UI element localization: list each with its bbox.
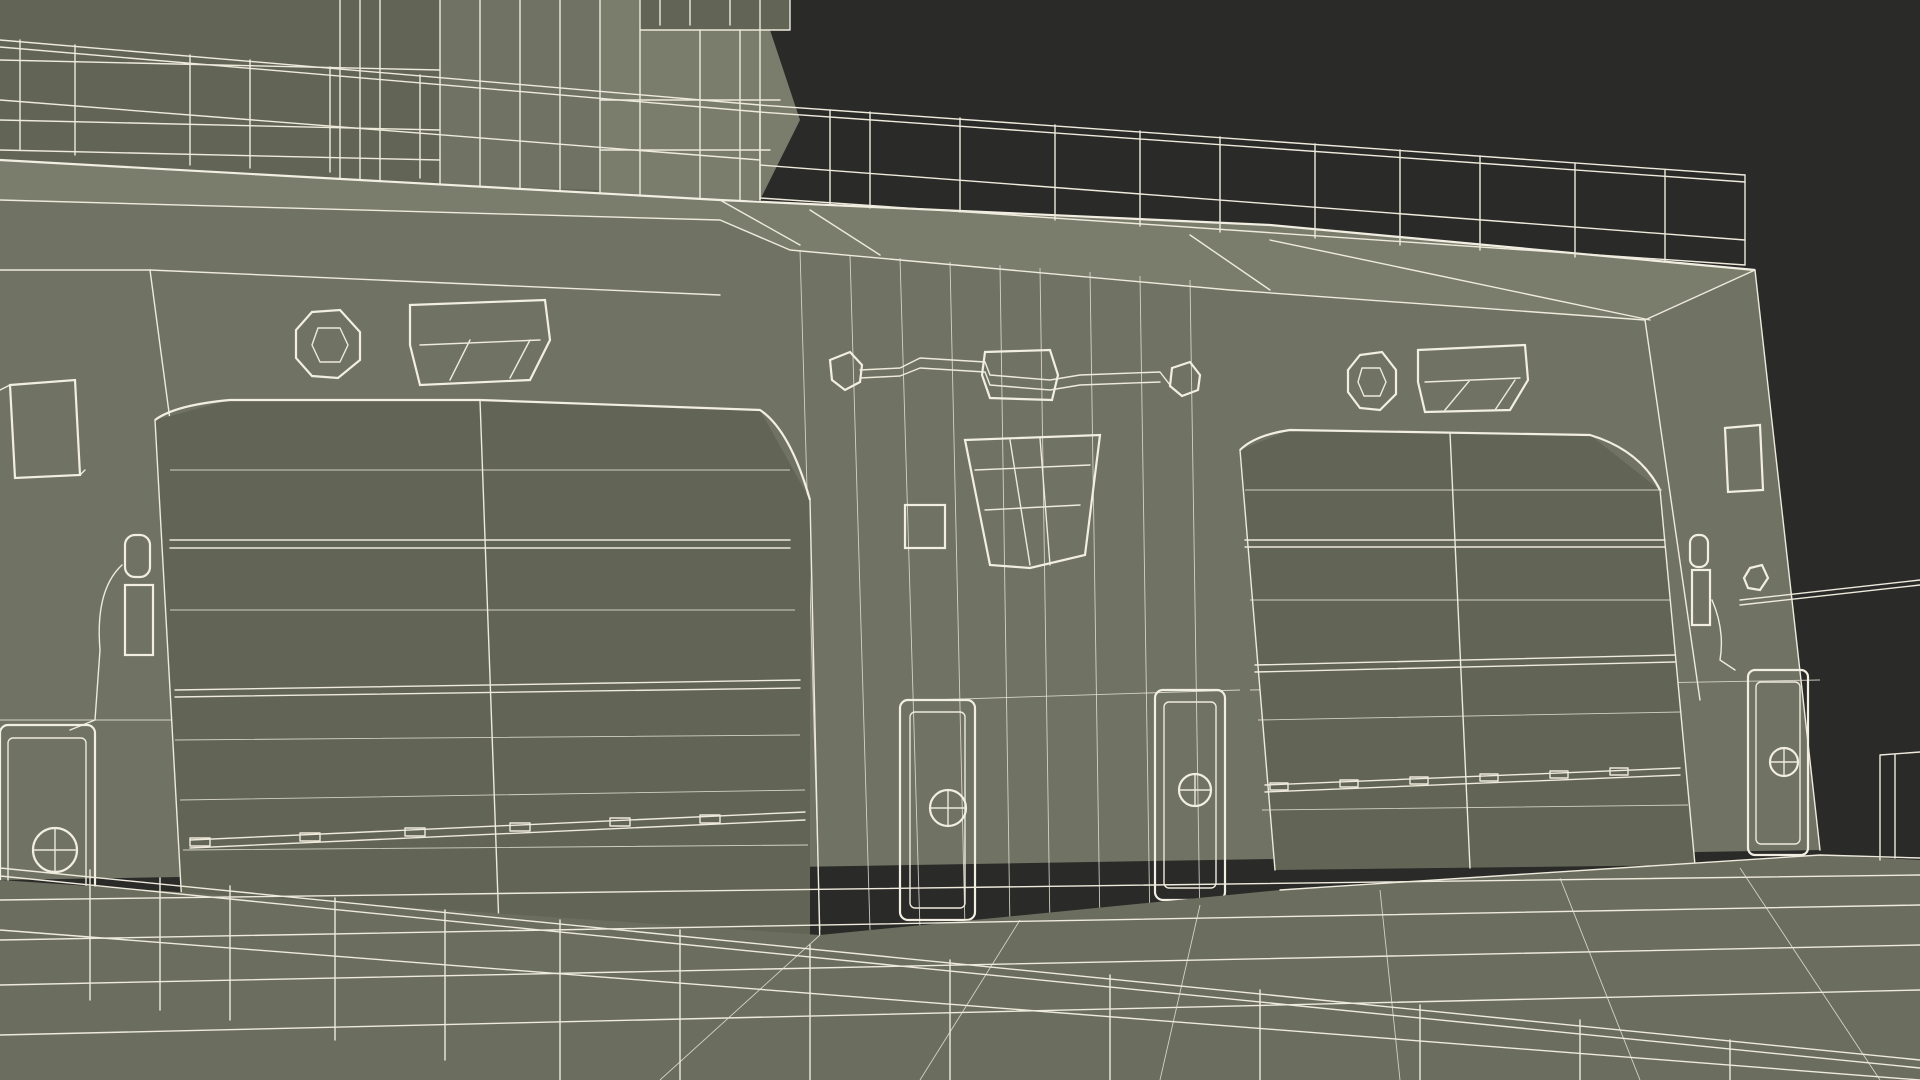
ship-wireframe-render (0, 0, 1920, 1080)
hangar-door-left (154, 398, 821, 961)
hangar-door-right (1239, 428, 1696, 871)
